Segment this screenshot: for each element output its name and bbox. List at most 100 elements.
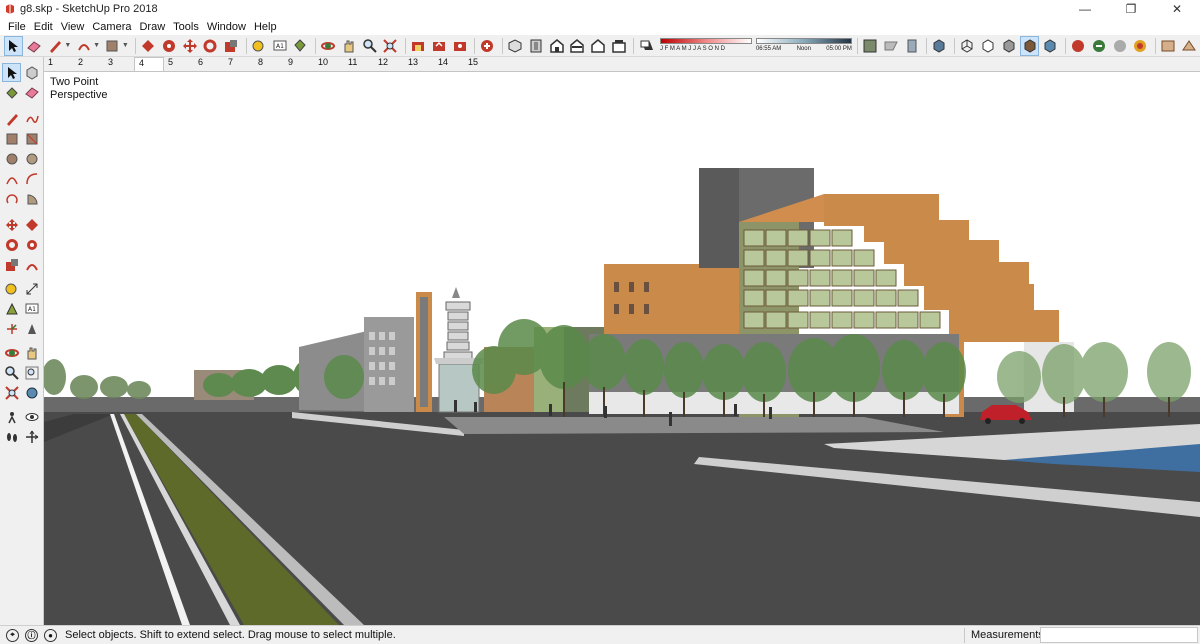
scene-tab[interactable]: 7 xyxy=(224,57,254,71)
menu-draw[interactable]: Draw xyxy=(135,21,169,33)
scene-tab[interactable]: 10 xyxy=(314,57,344,71)
palette-scale-button[interactable] xyxy=(2,255,21,274)
orbit-button[interactable] xyxy=(319,36,338,56)
scene-tab[interactable]: 6 xyxy=(194,57,224,71)
menu-edit[interactable]: Edit xyxy=(30,21,57,33)
left-view-button[interactable] xyxy=(609,36,628,56)
shadow-date-widget[interactable]: J F M A M J J A S O N D xyxy=(659,36,752,56)
scene-tab[interactable]: 13 xyxy=(404,57,434,71)
shadow-time-widget[interactable]: 06:55 AM Noon 05:00 PM xyxy=(755,36,852,56)
maximize-button[interactable]: ❐ xyxy=(1108,0,1154,18)
palette-rectangle-button[interactable] xyxy=(2,129,21,148)
hidden-line-style-button[interactable] xyxy=(979,36,998,56)
palette-paint-bucket-button[interactable] xyxy=(2,83,21,102)
zoom-button[interactable] xyxy=(360,36,379,56)
menu-help[interactable]: Help xyxy=(250,21,281,33)
right-view-button[interactable] xyxy=(568,36,587,56)
shadows-toggle-button[interactable] xyxy=(637,36,656,56)
monochrome-style-button[interactable] xyxy=(1041,36,1060,56)
palette-zoom-button[interactable] xyxy=(2,363,21,382)
extension-warehouse-button[interactable] xyxy=(478,36,497,56)
palette-walk-button[interactable] xyxy=(2,427,21,446)
iso-view-button[interactable] xyxy=(506,36,525,56)
terrain-toggle-button[interactable] xyxy=(1110,36,1129,56)
scene-tab[interactable]: 12 xyxy=(374,57,404,71)
palette-2pt-arc-button[interactable] xyxy=(22,169,41,188)
scene-tab[interactable]: 11 xyxy=(344,57,374,71)
palette-select-button[interactable] xyxy=(2,63,21,82)
palette-previous-view-button[interactable] xyxy=(22,383,41,402)
scene-tab[interactable]: 8 xyxy=(254,57,284,71)
arc-tool-button[interactable] xyxy=(74,36,93,56)
add-location-button[interactable] xyxy=(1089,36,1108,56)
share-model-button[interactable] xyxy=(429,36,448,56)
photo-textures-button[interactable] xyxy=(1069,36,1088,56)
palette-polygon-button[interactable] xyxy=(22,149,41,168)
style-builder-button[interactable] xyxy=(1179,36,1198,56)
minimize-button[interactable]: — xyxy=(1062,0,1108,18)
shape-dropdown-icon[interactable]: ▼ xyxy=(122,42,129,49)
scene-tab[interactable]: 5 xyxy=(164,57,194,71)
palette-eraser-button[interactable] xyxy=(22,83,41,102)
palette-pie-button[interactable] xyxy=(22,189,41,208)
select-tool-button[interactable] xyxy=(4,35,23,56)
scale-tool-button[interactable] xyxy=(222,36,241,56)
scene-tab[interactable]: 15 xyxy=(464,57,494,71)
palette-rotated-rectangle-button[interactable] xyxy=(22,129,41,148)
palette-line-button[interactable] xyxy=(2,109,21,128)
display-section-cuts-button[interactable] xyxy=(902,36,921,56)
paint-bucket-button[interactable] xyxy=(291,36,310,56)
scene-tab[interactable]: 9 xyxy=(284,57,314,71)
menu-window[interactable]: Window xyxy=(203,21,250,33)
text-tool-button[interactable]: A1 xyxy=(270,36,289,56)
menu-view[interactable]: View xyxy=(57,21,89,33)
top-view-button[interactable] xyxy=(526,36,545,56)
zoom-extents-button[interactable] xyxy=(381,36,400,56)
tape-measure-button[interactable] xyxy=(249,36,268,56)
front-view-button[interactable] xyxy=(547,36,566,56)
menu-camera[interactable]: Camera xyxy=(88,21,135,33)
menu-tools[interactable]: Tools xyxy=(169,21,203,33)
palette-offset-button[interactable] xyxy=(22,255,41,274)
palette-pan-button[interactable] xyxy=(22,343,41,362)
close-button[interactable]: ✕ xyxy=(1154,0,1200,18)
scene-render[interactable] xyxy=(44,72,1200,625)
line-dropdown-icon[interactable]: ▼ xyxy=(64,42,71,49)
xray-style-button[interactable] xyxy=(930,36,949,56)
palette-3d-text-button[interactable] xyxy=(22,319,41,338)
palette-zoom-extents-button[interactable] xyxy=(2,383,21,402)
palette-zoom-window-button[interactable] xyxy=(22,363,41,382)
eraser-tool-button[interactable] xyxy=(25,36,44,56)
palette-follow-me-button[interactable] xyxy=(22,235,41,254)
palette-protractor-button[interactable] xyxy=(2,299,21,318)
palette-circle-button[interactable] xyxy=(2,149,21,168)
palette-look-around-button[interactable] xyxy=(22,407,41,426)
scene-tab[interactable]: 3 xyxy=(104,57,134,71)
line-tool-button[interactable] xyxy=(46,36,65,56)
user-account-icon[interactable]: ● xyxy=(44,628,57,642)
palette-3pt-arc-button[interactable] xyxy=(2,189,21,208)
preview-earth-button[interactable] xyxy=(1131,36,1150,56)
scene-tab[interactable]: 14 xyxy=(434,57,464,71)
palette-orbit-button[interactable] xyxy=(2,343,21,362)
palette-rotate-button[interactable] xyxy=(2,235,21,254)
section-plane-button[interactable] xyxy=(861,36,880,56)
scene-tab[interactable]: 2 xyxy=(74,57,104,71)
palette-axes-button[interactable] xyxy=(2,319,21,338)
credits-icon[interactable]: ⓘ xyxy=(25,628,38,642)
display-section-planes-button[interactable] xyxy=(882,36,901,56)
push-pull-button[interactable] xyxy=(139,36,158,56)
palette-text-button[interactable]: A1 xyxy=(22,299,41,318)
measurements-input[interactable] xyxy=(1040,627,1198,643)
palette-make-component-button[interactable] xyxy=(22,63,41,82)
menu-file[interactable]: File xyxy=(4,21,30,33)
share-component-button[interactable] xyxy=(450,36,469,56)
warehouse-button[interactable] xyxy=(409,36,428,56)
palette-tape-measure-button[interactable] xyxy=(2,279,21,298)
shaded-style-button[interactable] xyxy=(999,36,1018,56)
follow-me-button[interactable] xyxy=(159,36,178,56)
palette-section-plane-button[interactable] xyxy=(22,427,41,446)
pan-button[interactable] xyxy=(339,36,358,56)
palette-position-camera-button[interactable] xyxy=(2,407,21,426)
palette-arc-button[interactable] xyxy=(2,169,21,188)
